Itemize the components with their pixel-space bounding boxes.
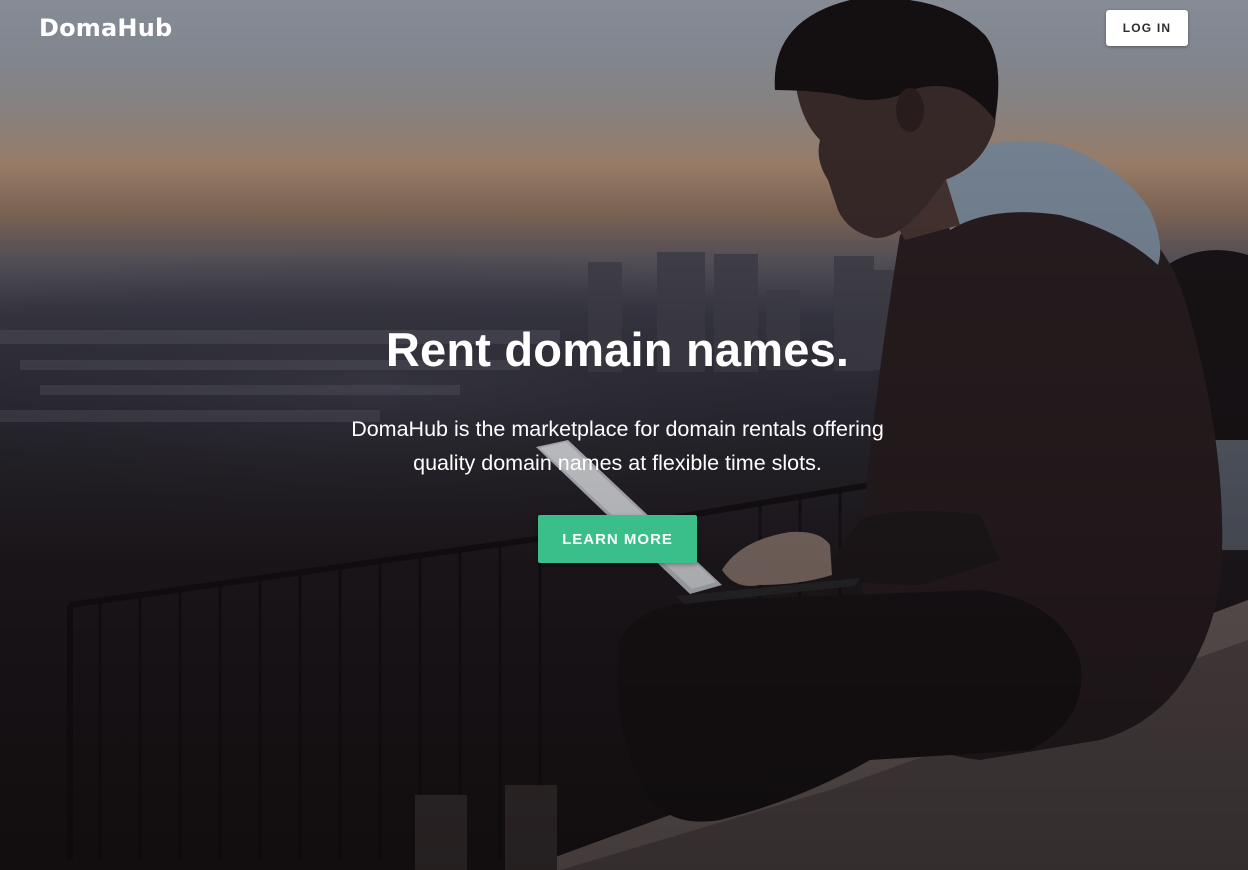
learn-more-button[interactable]: LEARN MORE [538, 515, 697, 563]
hero-subtitle: DomaHub is the marketplace for domain re… [351, 417, 884, 475]
landing-page: DomaHub LOG IN Rent domain names. DomaHu… [0, 0, 1248, 870]
hero-title: Rent domain names. [385, 323, 850, 376]
hero-section: Rent domain names. DomaHub is the market… [0, 318, 1235, 563]
top-navbar: DomaHub LOG IN [0, 0, 1248, 56]
login-button[interactable]: LOG IN [1106, 10, 1188, 46]
domahub-logo[interactable]: DomaHub [39, 12, 172, 44]
